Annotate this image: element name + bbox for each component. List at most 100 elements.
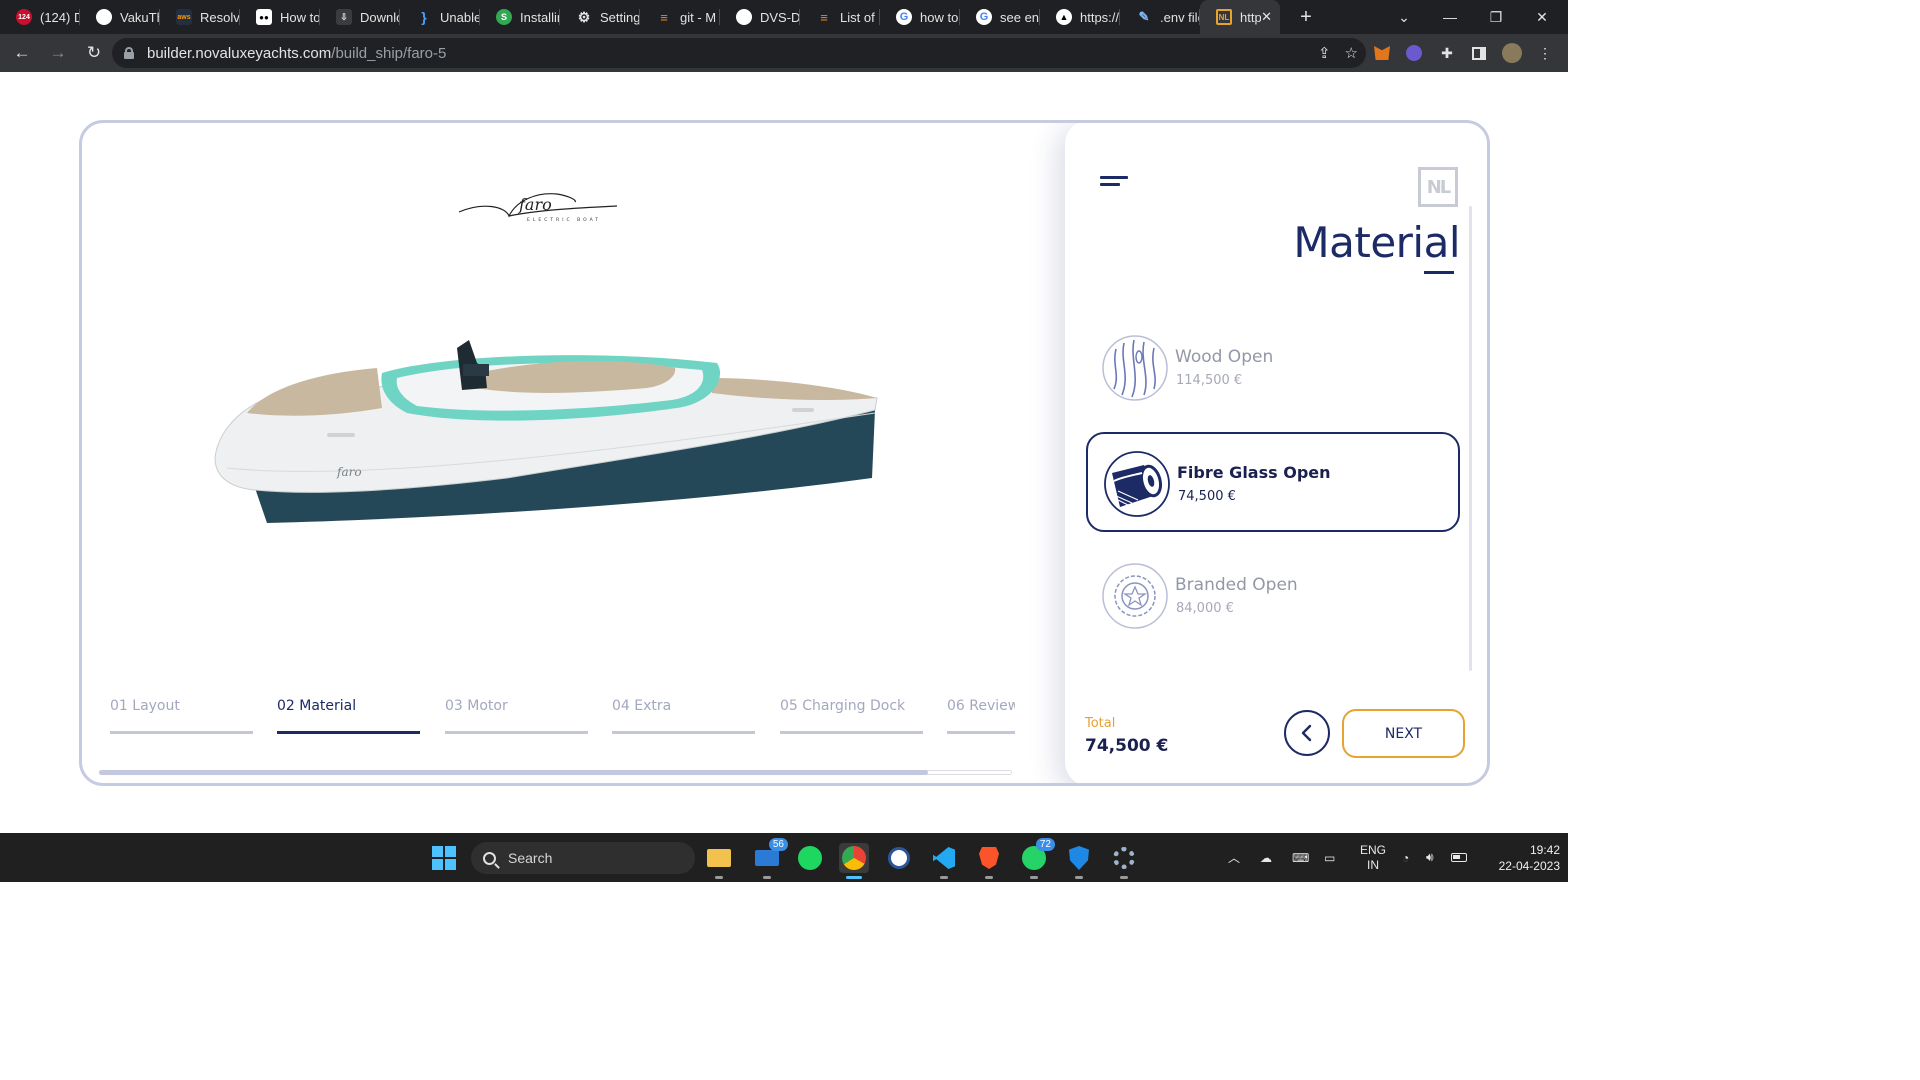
option-fibre-glass-open[interactable]: Fibre Glass Open 74,500 € xyxy=(1086,432,1460,532)
boat-builder-card: faro ELECTRIC BOAT faro 01 Layout 02 Mat… xyxy=(79,120,1490,786)
volume-icon[interactable]: 🔊︎ xyxy=(1426,833,1434,882)
minimize-button[interactable]: — xyxy=(1427,0,1473,34)
step-motor[interactable]: 03 Motor xyxy=(445,698,588,738)
metamask-extension-icon[interactable] xyxy=(1367,38,1397,68)
step-review[interactable]: 06 Review xyxy=(947,698,1015,738)
start-button[interactable] xyxy=(432,846,456,870)
browser-tab[interactable]: S Installin xyxy=(480,0,560,34)
material-panel: NL Material Wood Open 114,500 € Fibre Gl… xyxy=(1065,123,1487,783)
brand-logo-subtext: ELECTRIC BOAT xyxy=(527,217,601,223)
tab-title: https:// xyxy=(1080,9,1120,25)
extension-icon[interactable] xyxy=(1399,38,1429,68)
chrome-icon[interactable] xyxy=(839,843,869,879)
clock-date: 22-04-2023 xyxy=(1498,859,1560,873)
browser-tab-active[interactable]: NL http ✕ xyxy=(1200,0,1280,34)
browser-tab[interactable]: VakuTh xyxy=(80,0,160,34)
whatsapp-icon[interactable]: 72 xyxy=(1019,838,1055,879)
browser-menu-icon[interactable]: ⋮ xyxy=(1530,38,1560,68)
pen-icon: ✎ xyxy=(1138,9,1150,24)
defender-icon[interactable] xyxy=(1064,843,1094,879)
url-path: /build_ship/faro-5 xyxy=(331,44,447,62)
vertical-scrollbar[interactable] xyxy=(1469,206,1472,671)
browser-tab[interactable]: ▲ https:// xyxy=(1040,0,1120,34)
spotify-icon[interactable] xyxy=(795,843,825,873)
browser-tab[interactable]: ✎ .env file xyxy=(1120,0,1200,34)
keyboard-icon[interactable]: ⌨ xyxy=(1292,833,1309,882)
puzzle-extensions-icon[interactable]: ✚ xyxy=(1432,38,1462,68)
title-underline xyxy=(1424,271,1454,274)
tab-title: Installin xyxy=(520,9,560,25)
url-host: builder.novaluxeyachts.com xyxy=(147,44,332,62)
reload-icon[interactable]: ↻ xyxy=(78,37,110,69)
google-icon: G xyxy=(896,9,912,25)
aws-icon: aws xyxy=(176,9,192,25)
browser-tab[interactable]: Gsee env xyxy=(960,0,1040,34)
whatsapp-badge: 72 xyxy=(1035,838,1055,851)
tab-title: Unable xyxy=(440,9,480,25)
mail-icon[interactable]: 56 xyxy=(752,838,788,879)
option-wood-open[interactable]: Wood Open 114,500 € xyxy=(1086,318,1460,418)
step-progress-bar xyxy=(780,731,923,734)
back-arrow-icon[interactable]: ← xyxy=(6,37,38,69)
brand-logo-text: faro xyxy=(518,195,552,214)
wifi-icon[interactable]: ◔ xyxy=(1402,833,1409,882)
previous-step-button[interactable] xyxy=(1284,710,1330,756)
brave-icon[interactable] xyxy=(974,843,1004,879)
browser-tab[interactable]: DVS-D xyxy=(720,0,800,34)
browser-tab[interactable]: ≡ git - M xyxy=(640,0,720,34)
tab-title: how to xyxy=(920,9,959,25)
address-bar[interactable]: builder.novaluxeyachts.com/build_ship/fa… xyxy=(112,38,1366,68)
step-extra[interactable]: 04 Extra xyxy=(612,698,755,738)
step-progress-bar xyxy=(947,731,1015,734)
browser-tab[interactable]: aws Resolve xyxy=(160,0,240,34)
step-progress-bar xyxy=(110,731,253,734)
medium-icon: ●● xyxy=(256,9,272,25)
step-progress-bar xyxy=(612,731,755,734)
hamburger-menu-icon[interactable] xyxy=(1100,176,1130,188)
file-explorer-icon[interactable] xyxy=(704,843,734,879)
share-icon[interactable]: ⇪ xyxy=(1318,44,1331,62)
step-label: 02 Material xyxy=(277,698,357,714)
side-panel-icon[interactable] xyxy=(1464,38,1494,68)
browser-tab[interactable]: Ghow to xyxy=(880,0,960,34)
option-price: 84,000 € xyxy=(1176,601,1234,616)
onedrive-cloud-icon[interactable]: ☁ xyxy=(1260,833,1272,882)
word-icon[interactable] xyxy=(884,843,914,873)
vscode-icon[interactable] xyxy=(929,843,959,879)
nl-logo: NL xyxy=(1418,167,1458,207)
profile-avatar[interactable] xyxy=(1497,38,1527,68)
taskbar-search[interactable]: Search xyxy=(471,842,695,874)
next-button[interactable]: NEXT xyxy=(1342,709,1465,758)
language-indicator[interactable]: ENG IN xyxy=(1360,833,1386,882)
new-tab-button[interactable]: + xyxy=(1292,6,1320,29)
system-clock[interactable]: 19:42 22-04-2023 xyxy=(1478,842,1560,874)
browser-tab[interactable]: ●● How to xyxy=(240,0,320,34)
browser-tab[interactable]: } Unable xyxy=(400,0,480,34)
clock-time: 19:42 xyxy=(1529,843,1560,857)
tray-overflow-chevron-icon[interactable]: ︿ xyxy=(1228,833,1240,882)
restore-button[interactable]: ❐ xyxy=(1473,0,1519,34)
option-name: Fibre Glass Open xyxy=(1177,463,1331,482)
browser-tab[interactable]: 124 (124) D xyxy=(0,0,80,34)
taskbar-search-label: Search xyxy=(508,850,553,866)
close-tab-icon[interactable]: ✕ xyxy=(1261,9,1272,25)
windows-taskbar: Search 56 72 ︿ ☁ ⌨ ▭ ENG IN ◔ 🔊︎ 19:42 2… xyxy=(0,833,1568,882)
forward-arrow-icon[interactable]: → xyxy=(42,37,74,69)
browser-tab[interactable]: ≡ List of xyxy=(800,0,880,34)
battery-icon[interactable] xyxy=(1451,833,1467,882)
option-branded-open[interactable]: Branded Open 84,000 € xyxy=(1086,546,1460,646)
github-icon xyxy=(96,9,112,25)
close-window-button[interactable]: ✕ xyxy=(1519,0,1565,34)
step-navigation: 01 Layout 02 Material 03 Motor 04 Extra … xyxy=(110,698,1015,738)
touchpad-icon[interactable]: ▭ xyxy=(1324,833,1335,882)
horizontal-scrollbar-thumb[interactable] xyxy=(99,770,928,775)
browser-tab[interactable]: ⚙ Setting xyxy=(560,0,640,34)
step-layout[interactable]: 01 Layout xyxy=(110,698,253,738)
search-icon xyxy=(483,851,496,865)
step-charging-dock[interactable]: 05 Charging Dock xyxy=(780,698,923,738)
tab-search-chevron-icon[interactable]: ⌄ xyxy=(1381,0,1427,34)
step-material[interactable]: 02 Material xyxy=(277,698,420,738)
bookmark-star-icon[interactable]: ☆ xyxy=(1345,44,1358,62)
browser-tab[interactable]: ⇩ Downlo xyxy=(320,0,400,34)
settings-icon[interactable] xyxy=(1109,843,1139,879)
